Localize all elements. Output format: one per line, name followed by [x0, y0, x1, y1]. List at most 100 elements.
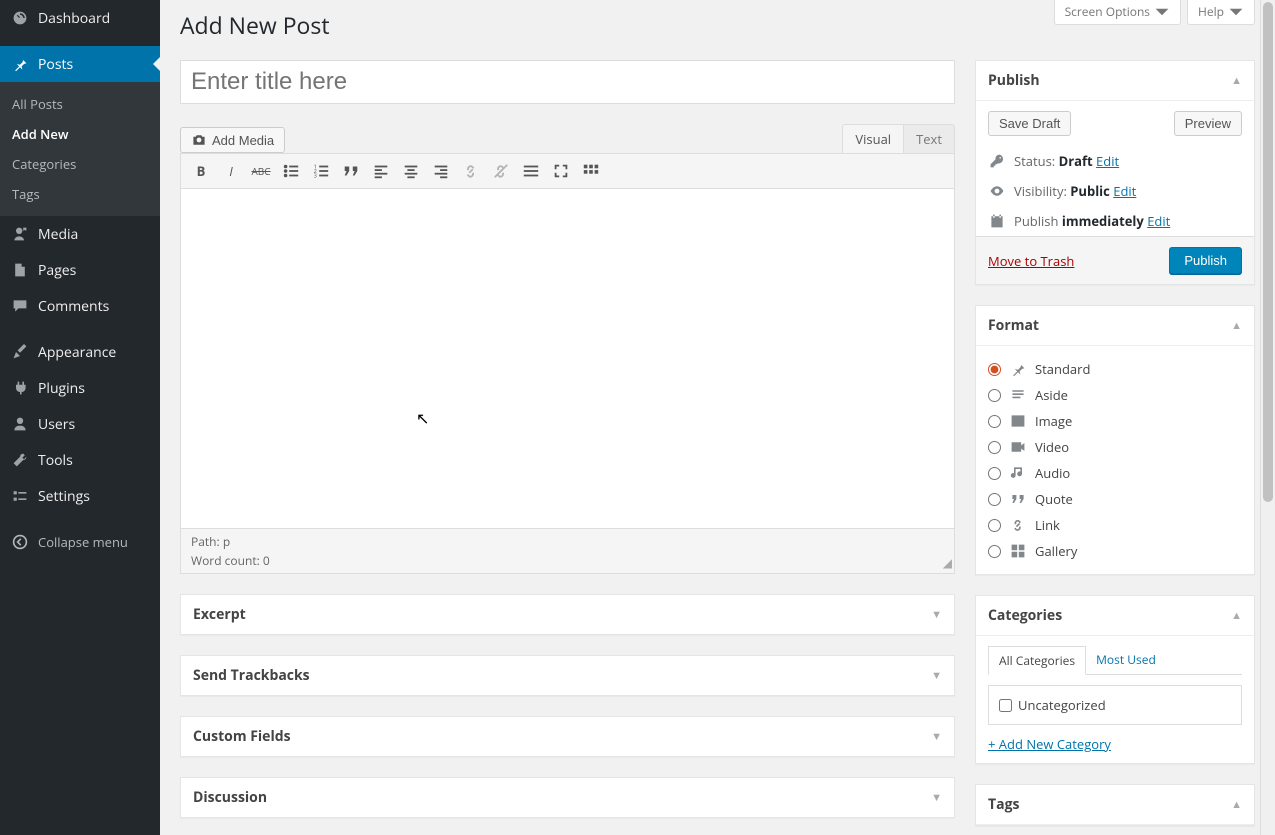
- tab-text[interactable]: Text: [903, 124, 955, 153]
- sidebar-item-posts[interactable]: Posts: [0, 46, 160, 82]
- format-option-gallery[interactable]: Gallery: [988, 538, 1242, 564]
- sidebar-item-tools[interactable]: Tools: [0, 442, 160, 478]
- dashboard-icon: [10, 8, 30, 28]
- tab-most-used[interactable]: Most Used: [1086, 646, 1166, 674]
- italic-button[interactable]: I: [217, 158, 245, 184]
- toolbar-toggle-button[interactable]: [577, 158, 605, 184]
- format-radio[interactable]: [988, 467, 1001, 480]
- format-radio[interactable]: [988, 389, 1001, 402]
- format-radio[interactable]: [988, 363, 1001, 376]
- publish-header[interactable]: Publish▲: [976, 61, 1254, 101]
- format-radio[interactable]: [988, 441, 1001, 454]
- edit-visibility-link[interactable]: Edit: [1113, 182, 1136, 200]
- add-media-button[interactable]: Add Media: [180, 127, 285, 153]
- category-list: Uncategorized: [988, 685, 1242, 725]
- blockquote-button[interactable]: [337, 158, 365, 184]
- status-row: Status: Draft Edit: [976, 146, 1254, 176]
- publish-box: Publish▲ Save Draft Preview Status: Draf…: [975, 60, 1255, 285]
- format-radio[interactable]: [988, 519, 1001, 532]
- metabox-discussion: Discussion▼: [180, 777, 955, 818]
- chevron-up-icon: ▲: [1231, 608, 1242, 623]
- sidebar-item-users[interactable]: Users: [0, 406, 160, 442]
- align-left-button[interactable]: [367, 158, 395, 184]
- metabox-header[interactable]: Send Trackbacks▼: [181, 656, 954, 695]
- submenu-all-posts[interactable]: All Posts: [0, 89, 160, 119]
- publish-button[interactable]: Publish: [1169, 247, 1242, 274]
- align-right-button[interactable]: [427, 158, 455, 184]
- align-center-button[interactable]: [397, 158, 425, 184]
- submenu-categories[interactable]: Categories: [0, 149, 160, 179]
- chevron-up-icon: ▲: [1231, 73, 1242, 88]
- tags-header[interactable]: Tags▲: [976, 785, 1254, 825]
- format-option-video[interactable]: Video: [988, 434, 1242, 460]
- sidebar-item-pages[interactable]: Pages: [0, 252, 160, 288]
- editor-content-area[interactable]: ↖: [180, 189, 955, 529]
- metabox-header[interactable]: Custom Fields▼: [181, 717, 954, 756]
- screen-options-toggle[interactable]: Screen Options: [1054, 0, 1181, 25]
- strikethrough-button[interactable]: ABC: [247, 158, 275, 184]
- chevron-down-icon: ▼: [931, 729, 942, 744]
- calendar-icon: [988, 213, 1006, 229]
- format-option-link[interactable]: Link: [988, 512, 1242, 538]
- help-toggle[interactable]: Help: [1187, 0, 1255, 25]
- pin-icon: [10, 54, 30, 74]
- edit-status-link[interactable]: Edit: [1096, 152, 1119, 170]
- comment-icon: [10, 296, 30, 316]
- move-to-trash-link[interactable]: Move to Trash: [988, 252, 1074, 270]
- insert-more-button[interactable]: [517, 158, 545, 184]
- format-option-standard[interactable]: Standard: [988, 356, 1242, 382]
- categories-header[interactable]: Categories▲: [976, 596, 1254, 636]
- tags-box: Tags▲: [975, 784, 1255, 826]
- collapse-menu-button[interactable]: Collapse menu: [0, 524, 160, 560]
- bold-button[interactable]: B: [187, 158, 215, 184]
- link-button[interactable]: [457, 158, 485, 184]
- edit-schedule-link[interactable]: Edit: [1147, 212, 1170, 230]
- quote-icon: [1009, 491, 1027, 507]
- numbered-list-button[interactable]: 123: [307, 158, 335, 184]
- tools-icon: [10, 450, 30, 470]
- category-checkbox[interactable]: [999, 699, 1012, 712]
- submenu-add-new[interactable]: Add New: [0, 119, 160, 149]
- sidebar-label: Comments: [38, 297, 109, 316]
- resize-handle-icon[interactable]: ◢: [943, 554, 952, 571]
- post-title-input[interactable]: [180, 60, 955, 104]
- format-radio[interactable]: [988, 493, 1001, 506]
- add-new-category-link[interactable]: + Add New Category: [988, 735, 1111, 753]
- tab-visual[interactable]: Visual: [842, 124, 903, 153]
- save-draft-button[interactable]: Save Draft: [988, 111, 1071, 136]
- plugin-icon: [10, 378, 30, 398]
- chevron-down-icon: [1154, 4, 1170, 20]
- format-radio[interactable]: [988, 415, 1001, 428]
- format-radio[interactable]: [988, 545, 1001, 558]
- scrollbar-thumb[interactable]: [1263, 2, 1273, 502]
- sidebar-item-appearance[interactable]: Appearance: [0, 334, 160, 370]
- format-option-quote[interactable]: Quote: [988, 486, 1242, 512]
- format-option-image[interactable]: Image: [988, 408, 1242, 434]
- sidebar-item-settings[interactable]: Settings: [0, 478, 160, 514]
- sidebar-item-plugins[interactable]: Plugins: [0, 370, 160, 406]
- metabox-header[interactable]: Excerpt▼: [181, 595, 954, 634]
- format-label: Quote: [1035, 490, 1073, 508]
- chevron-up-icon: ▲: [1231, 797, 1242, 812]
- key-icon: [988, 153, 1006, 169]
- sidebar-item-dashboard[interactable]: Dashboard: [0, 0, 160, 36]
- editor-toolbar: B I ABC 123: [180, 153, 955, 189]
- format-header[interactable]: Format▲: [976, 306, 1254, 346]
- metabox-custom-fields: Custom Fields▼: [180, 716, 955, 757]
- bullet-list-button[interactable]: [277, 158, 305, 184]
- format-option-aside[interactable]: Aside: [988, 382, 1242, 408]
- metabox-header[interactable]: Discussion▼: [181, 778, 954, 817]
- sidebar-label: Settings: [38, 487, 90, 506]
- preview-button[interactable]: Preview: [1174, 111, 1242, 136]
- sidebar-item-comments[interactable]: Comments: [0, 288, 160, 324]
- unlink-button[interactable]: [487, 158, 515, 184]
- fullscreen-button[interactable]: [547, 158, 575, 184]
- sidebar-label: Plugins: [38, 379, 85, 398]
- svg-text:3: 3: [314, 171, 317, 179]
- scrollbar-track[interactable]: [1260, 0, 1275, 835]
- sidebar-item-media[interactable]: Media: [0, 216, 160, 252]
- submenu-tags[interactable]: Tags: [0, 179, 160, 209]
- tab-all-categories[interactable]: All Categories: [988, 646, 1086, 675]
- category-item[interactable]: Uncategorized: [999, 696, 1231, 714]
- format-option-audio[interactable]: Audio: [988, 460, 1242, 486]
